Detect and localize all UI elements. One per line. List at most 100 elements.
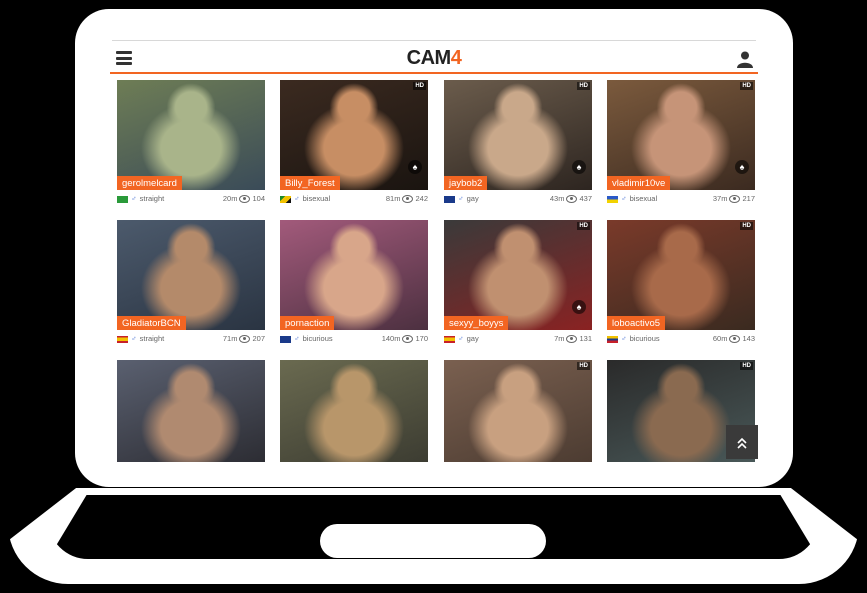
male-symbol-icon: ♂ xyxy=(621,334,627,343)
eye-icon xyxy=(239,335,251,344)
online-time: 37m xyxy=(712,194,728,203)
country-flag-icon xyxy=(444,335,455,343)
hd-badge: HD xyxy=(740,362,753,370)
stats: 60m 143 xyxy=(713,333,755,344)
cam-tile[interactable]: gerolmelcard ♂ straight 20m 104 xyxy=(117,80,265,210)
performer-name[interactable]: Billy_Forest xyxy=(280,176,340,190)
cam-tile[interactable]: HD ♠ jaybob2 ♂ gay 43m 437 xyxy=(444,80,592,210)
user-icon[interactable] xyxy=(736,50,754,68)
online-time: 60m xyxy=(712,334,728,343)
stats: 140m 170 xyxy=(382,333,428,344)
stats: 43m 437 xyxy=(550,193,592,204)
performer-name[interactable]: gerolmelcard xyxy=(117,176,182,190)
orientation-label: gay xyxy=(466,194,479,203)
viewer-count: 437 xyxy=(579,194,592,203)
trophy-icon: ♠ xyxy=(735,160,749,174)
eye-icon xyxy=(402,195,414,204)
eye-icon xyxy=(566,335,578,344)
eye-icon xyxy=(402,335,414,344)
tile-meta: ♂ straight 20m 104 xyxy=(117,193,265,204)
male-symbol-icon: ♂ xyxy=(621,194,627,203)
orientation-label: straight xyxy=(139,334,165,343)
stats: 71m 207 xyxy=(223,333,265,344)
eye-icon xyxy=(729,195,741,204)
cam-tile[interactable] xyxy=(117,360,265,462)
performer-name[interactable]: loboactivo5 xyxy=(607,316,666,330)
cam-tile[interactable]: GladiatorBCN ♂ straight 71m 207 xyxy=(117,220,265,350)
orientation-label: bisexual xyxy=(302,194,331,203)
male-symbol-icon: ♂ xyxy=(294,194,300,203)
viewer-count: 207 xyxy=(252,334,265,343)
country-flag-icon xyxy=(444,195,455,203)
cam-thumbnail[interactable]: HD ♠ jaybob2 xyxy=(444,80,592,190)
performer-name[interactable]: jaybob2 xyxy=(444,176,488,190)
eye-icon xyxy=(566,195,578,204)
country-flag-icon xyxy=(280,335,291,343)
cam-tile[interactable]: pornaction ♂ bicurious 140m 170 xyxy=(280,220,428,350)
cam-thumbnail[interactable]: HD xyxy=(444,360,592,462)
cam-tile[interactable]: HD ♠ Billy_Forest ♂ bisexual 81m 242 xyxy=(280,80,428,210)
male-symbol-icon: ♂ xyxy=(131,334,137,343)
cam-thumbnail[interactable]: pornaction xyxy=(280,220,428,330)
cam-thumbnail[interactable] xyxy=(117,360,265,462)
online-time: 140m xyxy=(381,334,401,343)
hd-badge: HD xyxy=(740,82,753,90)
viewer-count: 242 xyxy=(415,194,428,203)
viewer-count: 217 xyxy=(742,194,755,203)
cam-thumbnail[interactable]: HD loboactivo5 xyxy=(607,220,755,330)
male-symbol-icon: ♂ xyxy=(458,194,464,203)
cam-thumbnail[interactable]: HD ♠ vladimir10ve xyxy=(607,80,755,190)
orientation-label: bicurious xyxy=(302,334,333,343)
viewer-count: 131 xyxy=(579,334,592,343)
double-chevron-up-icon xyxy=(737,438,747,449)
online-time: 71m xyxy=(222,334,238,343)
tile-meta: ♂ bicurious 60m 143 xyxy=(607,333,755,344)
tile-meta: ♂ gay 43m 437 xyxy=(444,193,592,204)
performer-name[interactable]: GladiatorBCN xyxy=(117,316,186,330)
hd-badge: HD xyxy=(413,82,426,90)
top-divider xyxy=(112,40,756,41)
scroll-to-top-button[interactable] xyxy=(726,425,758,459)
online-time: 43m xyxy=(549,194,565,203)
header-underline xyxy=(110,72,758,74)
tile-meta: ♂ bicurious 140m 170 xyxy=(280,333,428,344)
online-time: 7m xyxy=(554,334,565,343)
male-symbol-icon: ♂ xyxy=(294,334,300,343)
cam-tile[interactable]: HD ♠ vladimir10ve ♂ bisexual 37m 217 xyxy=(607,80,755,210)
orientation-label: bisexual xyxy=(629,194,658,203)
trophy-icon: ♠ xyxy=(572,300,586,314)
cam-tile[interactable] xyxy=(280,360,428,462)
trophy-icon: ♠ xyxy=(572,160,586,174)
cam-thumbnail[interactable]: HD ♠ sexyy_boyys xyxy=(444,220,592,330)
tile-meta: ♂ straight 71m 207 xyxy=(117,333,265,344)
hd-badge: HD xyxy=(577,82,590,90)
cam-tile[interactable]: HD ♠ sexyy_boyys ♂ gay 7m 131 xyxy=(444,220,592,350)
cam-thumbnail[interactable]: HD ♠ Billy_Forest xyxy=(280,80,428,190)
eye-icon xyxy=(729,335,741,344)
male-symbol-icon: ♂ xyxy=(131,194,137,203)
viewer-count: 143 xyxy=(742,334,755,343)
cam-thumbnail[interactable]: gerolmelcard xyxy=(117,80,265,190)
cam-thumbnail[interactable] xyxy=(280,360,428,462)
cam-tile[interactable]: HD xyxy=(444,360,592,462)
performer-name[interactable]: pornaction xyxy=(280,316,335,330)
tile-meta: ♂ bisexual 37m 217 xyxy=(607,193,755,204)
performer-name[interactable]: sexyy_boyys xyxy=(444,316,509,330)
performer-name[interactable]: vladimir10ve xyxy=(607,176,671,190)
cam-tile[interactable]: HD loboactivo5 ♂ bicurious 60m 143 xyxy=(607,220,755,350)
site-logo[interactable]: CAM4 xyxy=(110,47,758,70)
online-time: 20m xyxy=(222,194,238,203)
orientation-label: gay xyxy=(466,334,479,343)
stats: 20m 104 xyxy=(223,193,265,204)
cam-thumbnail[interactable]: GladiatorBCN xyxy=(117,220,265,330)
country-flag-icon xyxy=(117,195,128,203)
hd-badge: HD xyxy=(577,222,590,230)
trophy-icon: ♠ xyxy=(408,160,422,174)
orientation-label: bicurious xyxy=(629,334,660,343)
online-time: 81m xyxy=(385,194,401,203)
hd-badge: HD xyxy=(740,222,753,230)
tile-meta: ♂ gay 7m 131 xyxy=(444,333,592,344)
viewer-count: 170 xyxy=(415,334,428,343)
country-flag-icon xyxy=(607,335,618,343)
country-flag-icon xyxy=(117,335,128,343)
